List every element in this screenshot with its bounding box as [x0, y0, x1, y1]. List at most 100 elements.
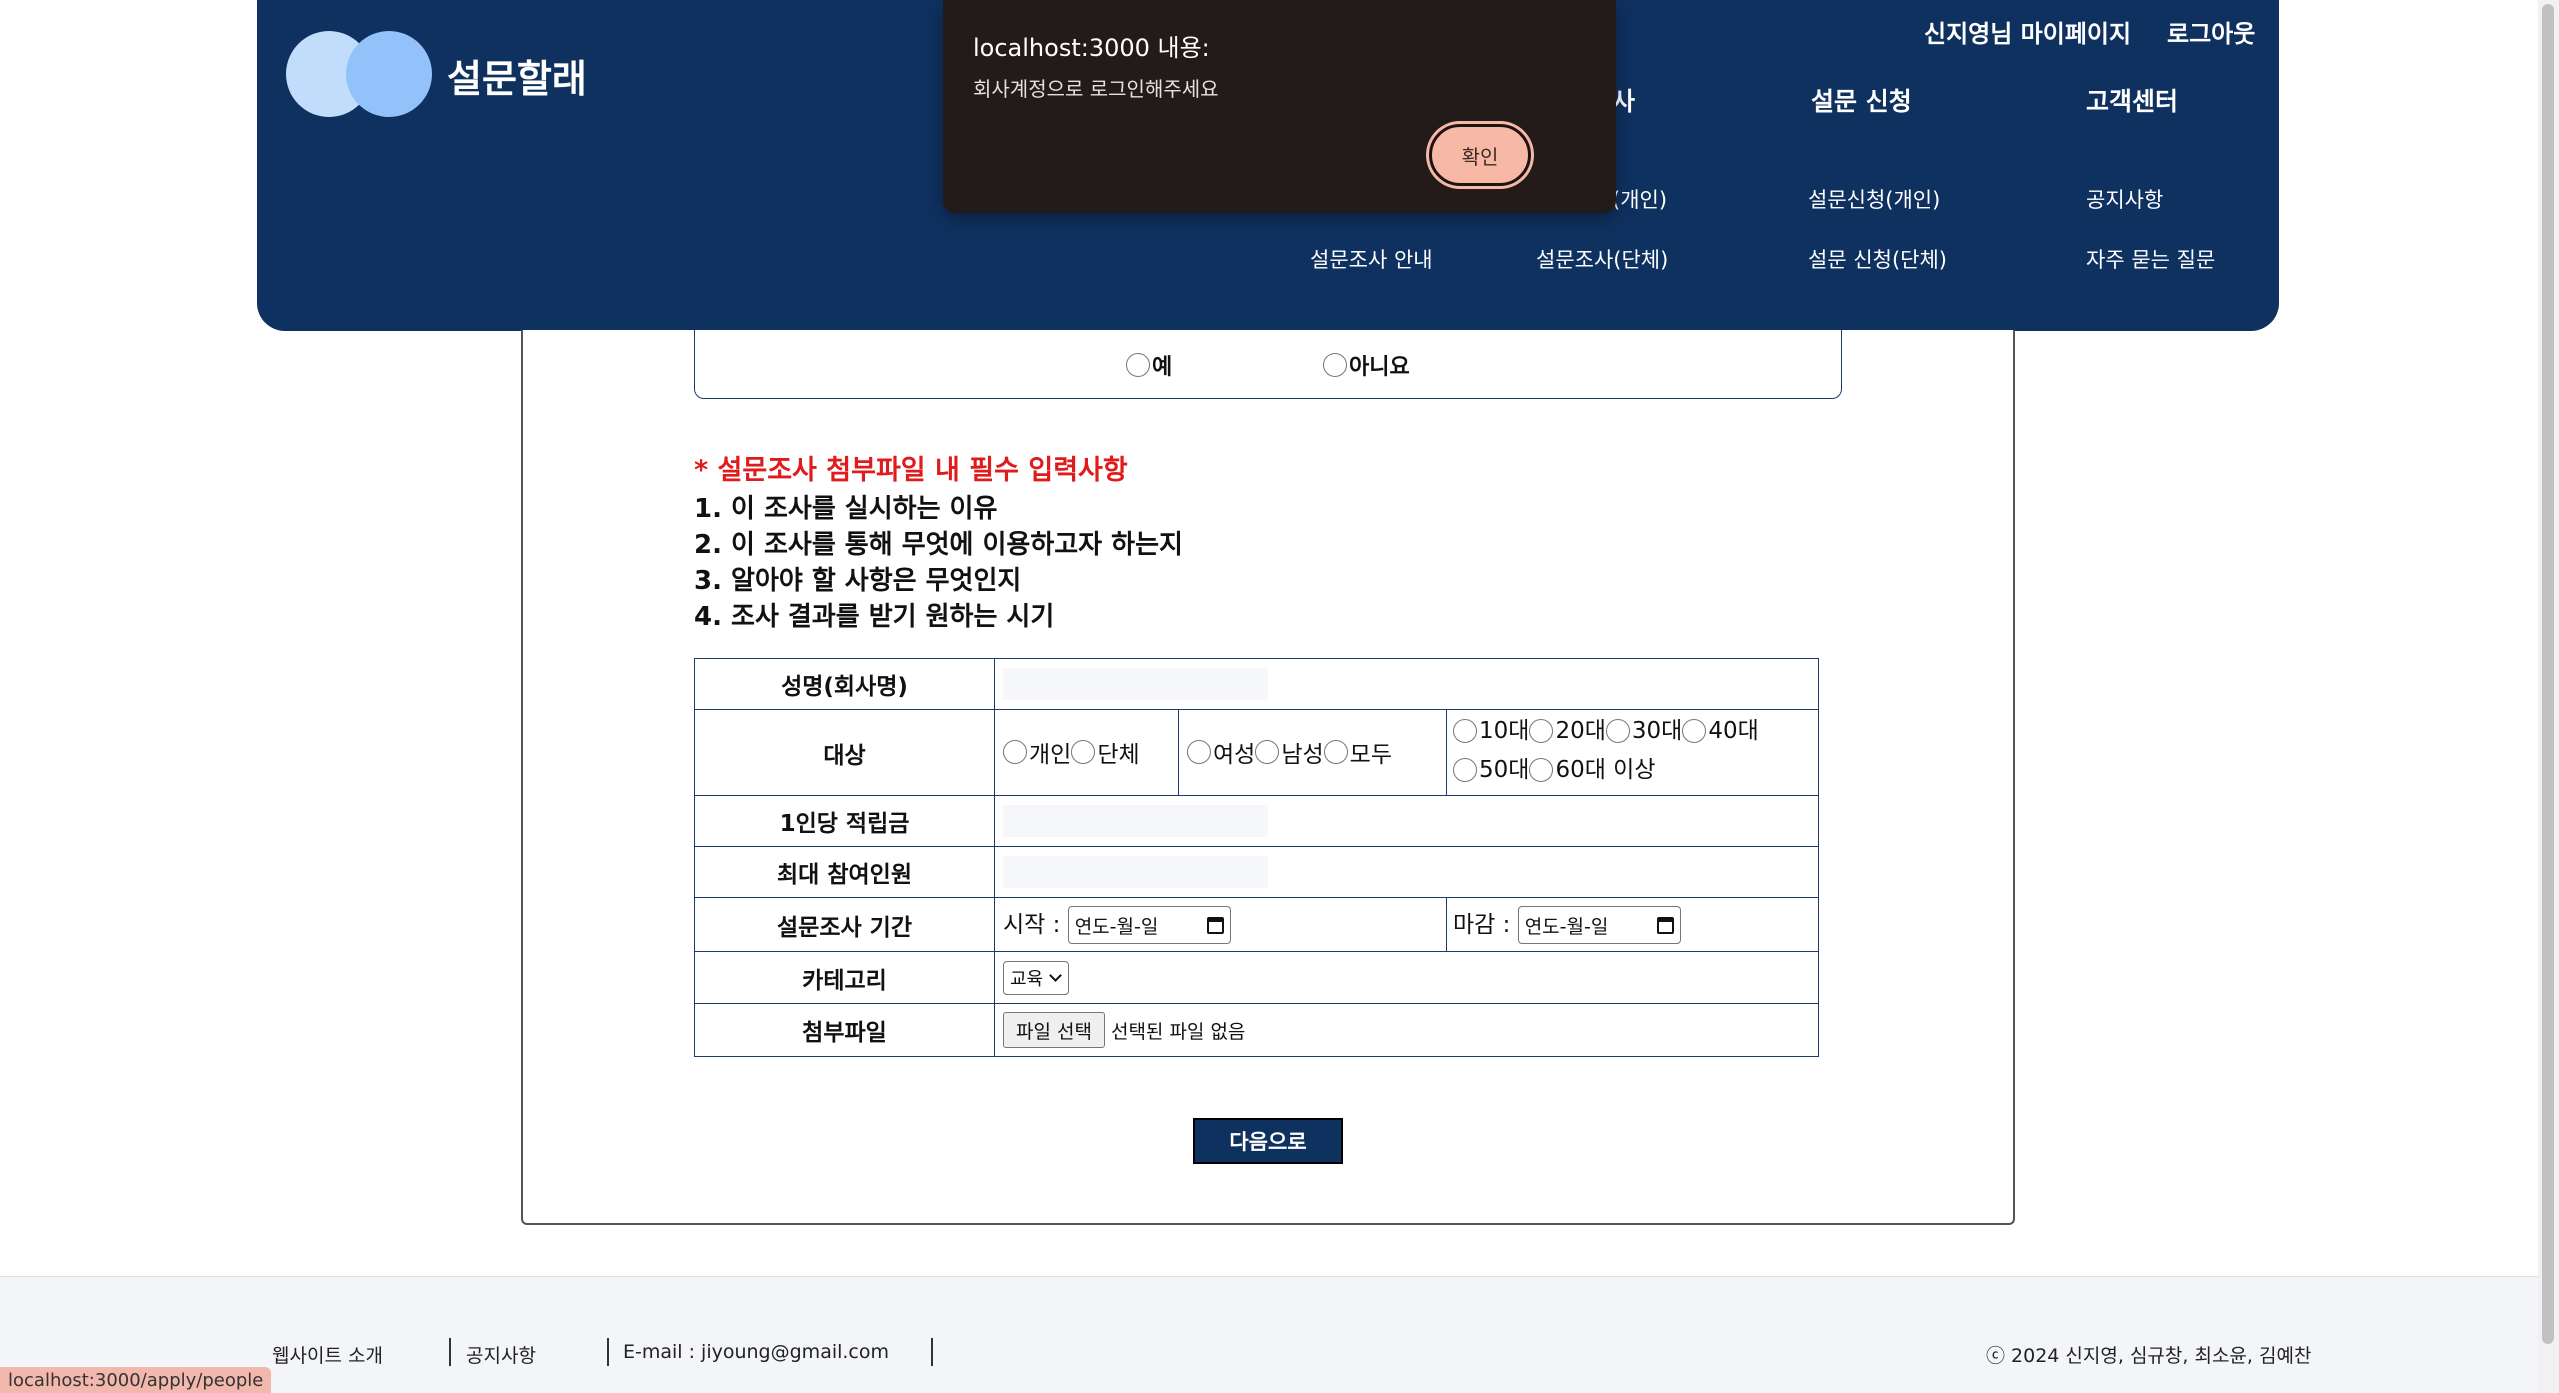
date-placeholder: 연도-월-일 [1074, 915, 1159, 938]
nav-survey-group[interactable]: 설문조사(단체) [1536, 244, 1668, 274]
radio-button[interactable] [1453, 757, 1477, 782]
radio-button[interactable] [1187, 740, 1211, 764]
dialog-message: 회사계정으로 로그인해주세요 [973, 77, 1219, 101]
age-40-option[interactable]: 40대 [1682, 714, 1759, 748]
logout-link[interactable]: 로그아웃 [2167, 14, 2255, 49]
option-label: 개인 [1029, 742, 1072, 768]
nav-faq[interactable]: 자주 묻는 질문 [2086, 244, 2215, 274]
notice-item: 3. 알아야 할 사항은 무엇인지 [694, 566, 1022, 596]
radio-button[interactable] [1529, 718, 1554, 743]
footer-divider [449, 1338, 451, 1366]
end-date-input[interactable]: 연도-월-일 [1517, 906, 1681, 945]
target-group-option[interactable]: 단체 [1071, 735, 1140, 769]
start-date-cell: 시작 : 연도-월-일 [994, 897, 1447, 952]
choose-file-button[interactable]: 파일 선택 [1003, 1012, 1105, 1048]
nav-apply[interactable]: 설문 신청 [1811, 82, 1912, 118]
chevron-down-icon [1049, 969, 1062, 982]
option-label: 50대 [1479, 756, 1530, 783]
table-row: 1인당 적립금 [694, 795, 1819, 847]
option-label: 20대 [1555, 717, 1606, 744]
calendar-icon[interactable] [1206, 916, 1224, 934]
calendar-icon[interactable] [1656, 916, 1674, 934]
confirm-button[interactable]: 확인 [1429, 124, 1531, 186]
notice-item: 2. 이 조사를 통해 무엇에 이용하고자 하는지 [694, 530, 1183, 560]
dialog-title: localhost:3000 내용: [973, 34, 1210, 62]
nav-survey-personal[interactable]: (개인) [1612, 184, 1667, 214]
footer-divider [931, 1338, 933, 1366]
question-box [694, 330, 1842, 399]
footer-divider [607, 1338, 609, 1366]
nav-notice[interactable]: 공지사항 [2086, 184, 2163, 214]
max-participants-cell [994, 846, 1819, 898]
name-label: 성명(회사명) [694, 658, 995, 710]
link-status-bar: localhost:3000/apply/people [0, 1367, 272, 1393]
option-label: 여성 [1213, 742, 1256, 768]
mypage-link[interactable]: 신지영님 마이페이지 [1924, 14, 2131, 49]
nav-support[interactable]: 고객센터 [2086, 82, 2178, 118]
yes-radio[interactable] [1126, 353, 1150, 377]
radio-button[interactable] [1453, 718, 1477, 743]
footer-notice-link[interactable]: 공지사항 [466, 1341, 536, 1368]
radio-button[interactable] [1071, 740, 1096, 764]
option-label: 모두 [1349, 742, 1392, 768]
attachment-cell: 파일 선택 선택된 파일 없음 [994, 1003, 1819, 1057]
yes-label: 예 [1152, 355, 1173, 380]
site-footer [0, 1276, 2538, 1393]
gender-female-option[interactable]: 여성 [1187, 735, 1255, 769]
radio-button[interactable] [1323, 740, 1348, 764]
target-label: 대상 [694, 709, 995, 796]
target-type-cell: 개인 단체 [994, 709, 1179, 796]
start-label: 시작 : [1003, 911, 1061, 938]
radio-button[interactable] [1529, 757, 1554, 782]
option-label: 60대 이상 [1555, 756, 1656, 783]
option-label: 남성 [1281, 742, 1324, 768]
footer-about-link[interactable]: 웹사이트 소개 [272, 1341, 383, 1368]
logo-circle-right-icon[interactable] [346, 31, 432, 117]
next-button[interactable]: 다음으로 [1193, 1118, 1343, 1164]
nav-apply-group[interactable]: 설문 신청(단체) [1808, 244, 1947, 274]
nav-apply-personal[interactable]: 설문신청(개인) [1808, 184, 1940, 214]
age-60-option[interactable]: 60대 이상 [1529, 753, 1656, 787]
scrollbar-thumb[interactable] [2542, 4, 2554, 1344]
table-row: 첨부파일 파일 선택 선택된 파일 없음 [694, 1003, 1819, 1057]
age-50-option[interactable]: 50대 [1453, 753, 1529, 787]
yes-option[interactable]: 예 [1126, 349, 1172, 381]
age-cell: 10대 20대 30대 40대 50대 60대 이상 [1446, 709, 1819, 796]
page-scrollbar[interactable] [2538, 0, 2559, 1393]
name-input[interactable] [1003, 668, 1268, 700]
required-notice-title: * 설문조사 첨부파일 내 필수 입력사항 [694, 455, 1128, 486]
reward-cell [994, 795, 1819, 847]
option-label: 단체 [1097, 742, 1140, 768]
no-radio[interactable] [1323, 353, 1347, 377]
target-personal-option[interactable]: 개인 [1003, 735, 1071, 769]
max-participants-label: 최대 참여인원 [694, 846, 995, 898]
table-row: 최대 참여인원 [694, 846, 1819, 898]
max-participants-input[interactable] [1003, 856, 1268, 888]
age-row: 10대 20대 30대 40대 [1453, 714, 1818, 753]
option-label: 30대 [1631, 717, 1683, 744]
apply-form-table: 성명(회사명) 대상 개인 단체 여성 남성 모두 10대 20대 30대 40대 50대 6… [694, 658, 1819, 1057]
gender-all-option[interactable]: 모두 [1323, 735, 1392, 769]
table-row: 카테고리 교육 [694, 951, 1819, 1004]
category-select[interactable]: 교육 [1003, 960, 1070, 995]
no-label: 아니요 [1349, 355, 1410, 380]
radio-button[interactable] [1255, 740, 1280, 764]
nav-survey-guide[interactable]: 설문조사 안내 [1310, 244, 1433, 274]
radio-button[interactable] [1682, 718, 1707, 743]
gender-male-option[interactable]: 남성 [1255, 735, 1324, 769]
no-option[interactable]: 아니요 [1323, 349, 1410, 381]
no-file-text: 선택된 파일 없음 [1110, 1020, 1246, 1043]
end-label: 마감 : [1453, 911, 1511, 938]
start-date-input[interactable]: 연도-월-일 [1067, 906, 1231, 945]
age-10-option[interactable]: 10대 [1453, 714, 1529, 748]
footer-copyright: ⓒ 2024 신지영, 심규창, 최소윤, 김예찬 [1986, 1345, 2312, 1367]
date-placeholder: 연도-월-일 [1524, 915, 1609, 938]
age-30-option[interactable]: 30대 [1605, 714, 1683, 748]
radio-button[interactable] [1003, 740, 1027, 764]
age-20-option[interactable]: 20대 [1529, 714, 1606, 748]
age-row: 50대 60대 이상 [1453, 753, 1818, 792]
end-date-cell: 마감 : 연도-월-일 [1446, 897, 1819, 952]
brand-name[interactable]: 설문할래 [447, 48, 587, 103]
radio-button[interactable] [1605, 718, 1630, 743]
reward-input[interactable] [1003, 805, 1268, 837]
